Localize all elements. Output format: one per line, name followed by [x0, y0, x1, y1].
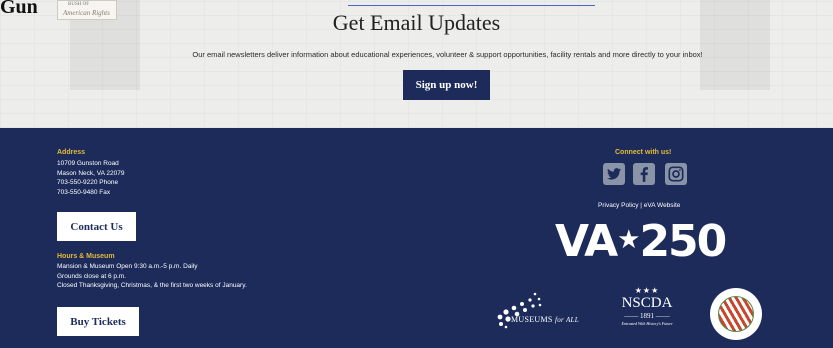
va250-right-text: 250	[639, 216, 727, 267]
eva-website-link[interactable]: eVA Website	[644, 202, 681, 209]
fax-number: 703-550-9480 Fax	[57, 188, 111, 196]
instagram-icon[interactable]	[665, 163, 687, 185]
nscda-name: NSCDA	[621, 295, 673, 311]
privacy-policy-link[interactable]: Privacy Policy	[598, 202, 638, 209]
address-line: Mason Neck, VA 22079	[57, 169, 125, 177]
address-label: Address	[57, 149, 86, 156]
email-updates-section: Gun BUSH OF American Rights Get Email Up…	[0, 0, 833, 128]
hours-label: Hours & Museum	[57, 253, 115, 260]
site-footer: Address 10709 Gunston Road Mason Neck, V…	[0, 128, 833, 348]
top-link-underline[interactable]	[348, 0, 595, 6]
contact-us-button[interactable]: Contact Us	[57, 212, 136, 241]
buy-tickets-button[interactable]: Buy Tickets	[57, 307, 139, 336]
hours-line: Mansion & Museum Open 9:30 a.m.-5 p.m. D…	[57, 263, 198, 270]
logo-line1: BUSH OF	[68, 2, 89, 7]
email-updates-title: Get Email Updates	[332, 10, 501, 35]
dots-icon	[497, 292, 542, 329]
hours-line: Closed Thanksgiving, Christmas, & the fi…	[57, 282, 247, 289]
facebook-icon[interactable]	[633, 163, 655, 185]
accredited-museum-seal[interactable]	[710, 288, 762, 340]
stars-icon: ★★★	[634, 286, 660, 295]
for-all-word: for ALL	[554, 316, 579, 324]
nscda-year: 1891	[640, 312, 654, 320]
nscda-tagline: Entrusted With History's Future	[621, 321, 673, 326]
museums-word: MUSEUMS	[511, 315, 553, 324]
nscda-logo[interactable]: ★★★ NSCDA —— 1891 —— Entrusted With Hist…	[610, 286, 684, 336]
hours-block: Mansion & Museum Open 9:30 a.m.-5 p.m. D…	[57, 262, 247, 291]
connect-label: Connect with us!	[615, 149, 672, 156]
star-icon: ★	[617, 225, 640, 255]
twitter-icon[interactable]	[603, 163, 625, 185]
sign-up-button[interactable]: Sign up now!	[403, 70, 490, 100]
hours-line: Grounds close at 6 p.m.	[57, 272, 127, 280]
address-block: 10709 Gunston Road Mason Neck, VA 22079 …	[57, 159, 124, 197]
address-line: 10709 Gunston Road	[57, 160, 119, 167]
link-separator: |	[640, 202, 642, 209]
phone-number: 703-550-9220 Phone	[57, 179, 119, 186]
email-updates-description: Our email newsletters deliver informatio…	[192, 50, 703, 59]
seal-emblem-icon	[718, 296, 754, 332]
policy-links: Privacy Policy | eVA Website	[598, 202, 680, 209]
va250-logo[interactable]: VA★250	[555, 220, 727, 266]
museums-for-all-logo[interactable]: MUSEUMS for ALL	[497, 290, 592, 336]
museums-for-all-text: MUSEUMS for ALL	[511, 315, 579, 324]
nscda-year-row: —— 1891 ——	[624, 312, 670, 320]
va250-left-text: VA	[555, 216, 618, 267]
